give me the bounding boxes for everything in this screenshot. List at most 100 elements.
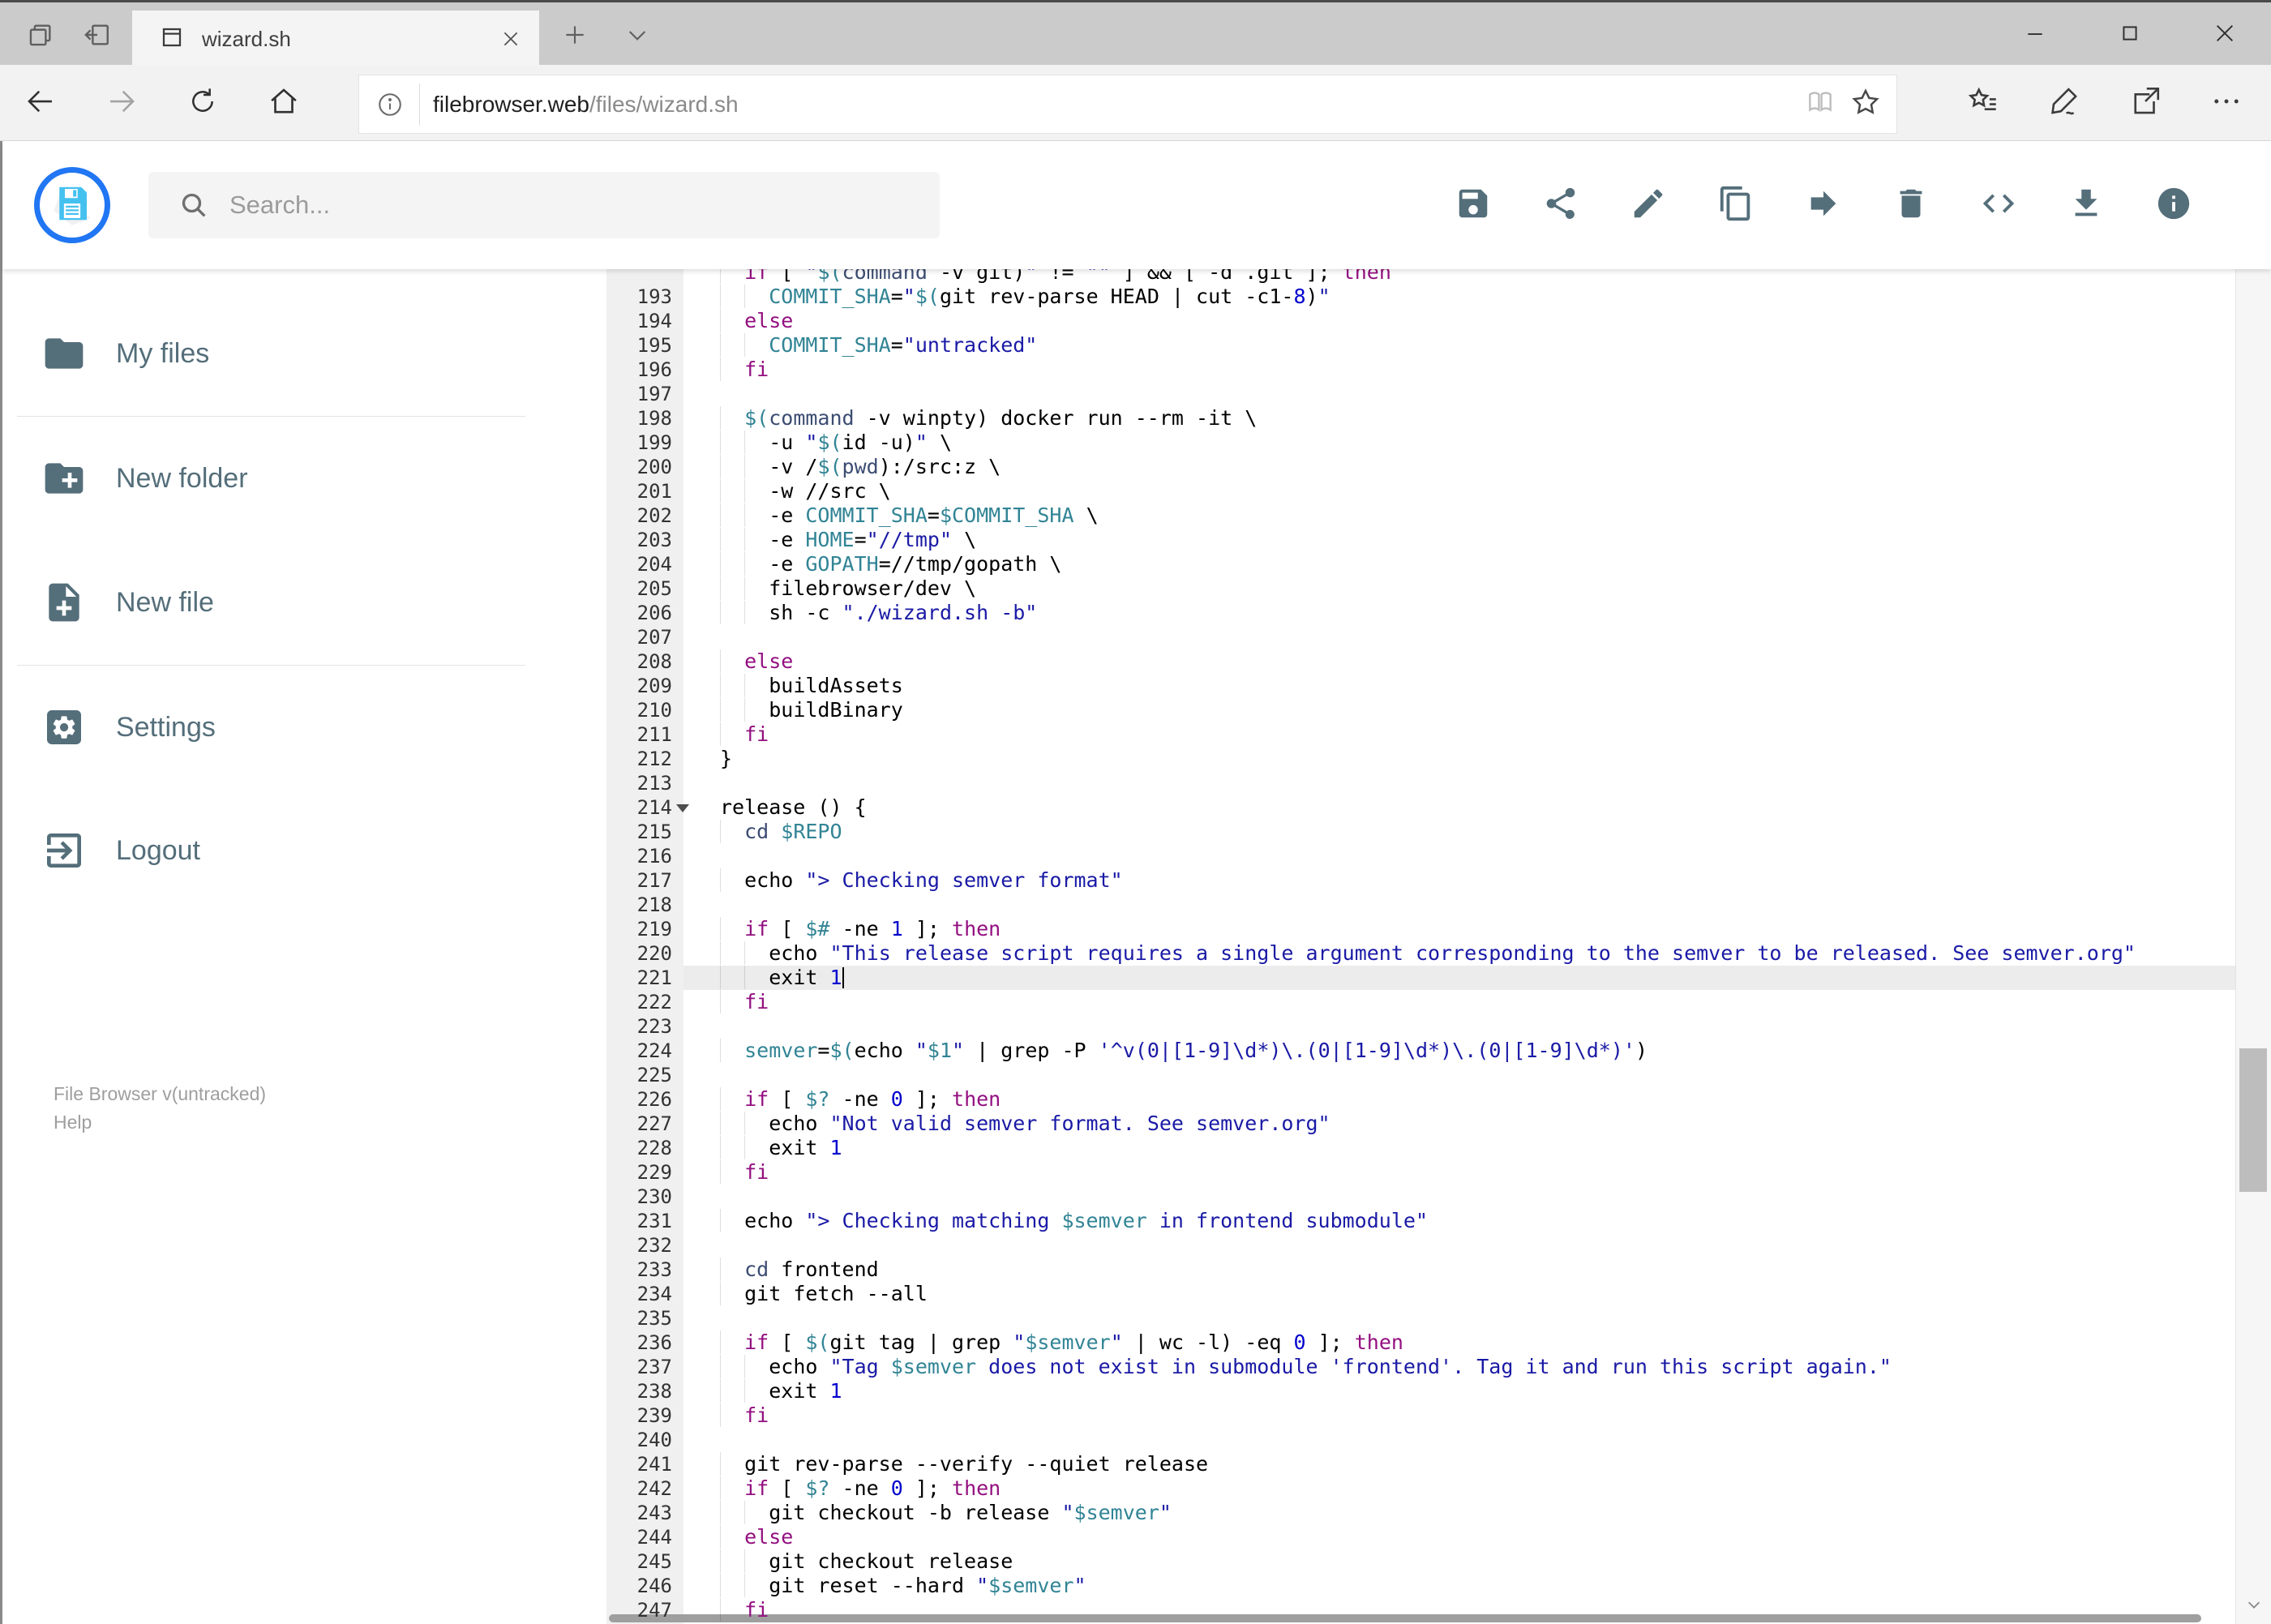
download-button[interactable] bbox=[2042, 161, 2130, 249]
horizontal-scrollbar[interactable] bbox=[609, 1614, 2234, 1622]
code-line[interactable]: else bbox=[720, 649, 793, 674]
app-logo[interactable] bbox=[34, 167, 110, 243]
code-line[interactable]: if [ "$(command -v git)" != "" ] && [ -d… bbox=[720, 269, 1391, 285]
code-line[interactable]: filebrowser/dev \ bbox=[720, 576, 976, 601]
window-close-button[interactable] bbox=[2180, 9, 2269, 61]
code-line[interactable]: -e HOME="//tmp" \ bbox=[720, 528, 976, 552]
code-line[interactable]: git checkout release bbox=[720, 1549, 1013, 1574]
code-line[interactable]: git fetch --all bbox=[720, 1282, 928, 1306]
copy-button[interactable] bbox=[1692, 161, 1780, 249]
refresh-button[interactable] bbox=[180, 80, 225, 126]
edit-button[interactable] bbox=[1605, 161, 1692, 249]
code-line[interactable]: if [ $(git tag | grep "$semver" | wc -l)… bbox=[720, 1330, 1403, 1355]
code-line[interactable]: semver=$(echo "$1" | grep -P '^v(0|[1-9]… bbox=[720, 1039, 1648, 1063]
code-line[interactable]: buildAssets bbox=[720, 674, 903, 698]
forward-button[interactable] bbox=[99, 80, 144, 126]
code-line[interactable]: exit 1 bbox=[720, 1379, 842, 1403]
gutter-line-number: 223 bbox=[636, 1015, 672, 1038]
code-line[interactable]: git checkout -b release "$semver" bbox=[720, 1501, 1172, 1525]
code-editor[interactable]: if [ "$(command -v git)" != "" ] && [ -d… bbox=[604, 269, 2271, 1624]
code-line[interactable]: exit 1 bbox=[720, 1136, 842, 1160]
code-line[interactable]: echo "Tag $semver does not exist in subm… bbox=[720, 1355, 1892, 1379]
code-line[interactable]: echo "> Checking semver format" bbox=[720, 868, 1123, 893]
window-maximize-button[interactable] bbox=[2085, 9, 2175, 61]
tabs-set-aside-button[interactable] bbox=[18, 14, 63, 59]
code-line[interactable]: -u "$(id -u)" \ bbox=[720, 431, 952, 455]
reading-view-button[interactable] bbox=[1798, 82, 1843, 127]
vertical-scrollbar[interactable] bbox=[2235, 141, 2271, 1624]
help-link[interactable]: Help bbox=[54, 1108, 266, 1137]
code-line[interactable]: cd frontend bbox=[720, 1258, 879, 1282]
code-line[interactable]: echo "> Checking matching $semver in fro… bbox=[720, 1209, 1428, 1233]
hub-favorites-button[interactable] bbox=[1960, 80, 2006, 126]
horizontal-scrollbar-thumb[interactable] bbox=[609, 1614, 2201, 1622]
floppy-logo-icon bbox=[50, 182, 94, 229]
window-minimize-button[interactable] bbox=[1990, 9, 2080, 61]
new-tab-button[interactable] bbox=[552, 14, 598, 59]
tab-close-icon[interactable] bbox=[489, 17, 533, 61]
code-line[interactable]: fi bbox=[720, 1160, 769, 1185]
info-circle-icon[interactable] bbox=[375, 90, 405, 119]
code-line[interactable]: echo "This release script requires a sin… bbox=[720, 941, 2136, 966]
url-bar[interactable]: filebrowser.web/files/wizard.sh bbox=[358, 75, 1897, 134]
sidebar-item-label: New file bbox=[116, 586, 214, 618]
back-button[interactable] bbox=[18, 80, 63, 126]
code-line[interactable]: if [ $? -ne 0 ]; then bbox=[720, 1087, 1001, 1112]
more-button[interactable] bbox=[2204, 80, 2249, 126]
gutter-line-number: 245 bbox=[636, 1550, 672, 1573]
code-line[interactable]: git reset --hard "$semver" bbox=[720, 1574, 1086, 1598]
code-line[interactable]: buildBinary bbox=[720, 698, 903, 722]
code-line[interactable]: -e COMMIT_SHA=$COMMIT_SHA \ bbox=[720, 503, 1099, 528]
code-line[interactable]: -e GOPATH=//tmp/gopath \ bbox=[720, 552, 1061, 576]
code-line[interactable]: echo "Not valid semver format. See semve… bbox=[720, 1112, 1330, 1136]
sidebar-item-new-file[interactable]: New file bbox=[2, 562, 604, 643]
sidebar-item-my-files[interactable]: My files bbox=[2, 313, 604, 394]
home-button[interactable] bbox=[261, 80, 306, 126]
code-line[interactable]: else bbox=[720, 1525, 793, 1549]
restore-tabs-button[interactable] bbox=[75, 14, 120, 59]
code-line[interactable]: release () { bbox=[720, 795, 867, 820]
info-button[interactable] bbox=[2130, 161, 2217, 249]
code-line[interactable]: if [ $# -ne 1 ]; then bbox=[720, 917, 1001, 941]
move-button[interactable] bbox=[1780, 161, 1867, 249]
code-line[interactable]: else bbox=[720, 309, 793, 333]
code-line[interactable]: fi bbox=[720, 990, 769, 1014]
vertical-scrollbar-thumb[interactable] bbox=[2239, 1048, 2267, 1192]
code-line[interactable]: sh -c "./wizard.sh -b" bbox=[720, 601, 1037, 625]
code-line[interactable]: fi bbox=[720, 1598, 769, 1622]
code-line[interactable]: -v /$(pwd):/src:z \ bbox=[720, 455, 1001, 479]
code-line[interactable]: $(command -v winpty) docker run --rm -it… bbox=[720, 406, 1257, 431]
code-line[interactable]: if [ $? -ne 0 ]; then bbox=[720, 1476, 1001, 1501]
browser-tab[interactable]: wizard.sh bbox=[132, 11, 539, 67]
code-line[interactable]: fi bbox=[720, 1403, 769, 1428]
code-line[interactable]: fi bbox=[720, 358, 769, 382]
code-line[interactable]: COMMIT_SHA="$(git rev-parse HEAD | cut -… bbox=[720, 285, 1330, 309]
share-button[interactable] bbox=[1517, 161, 1605, 249]
sidebar-item-logout[interactable]: Logout bbox=[2, 810, 604, 891]
code-line[interactable]: git rev-parse --verify --quiet release bbox=[720, 1452, 1208, 1476]
scroll-down-button[interactable] bbox=[2236, 1590, 2271, 1622]
code-line[interactable]: exit 1 bbox=[720, 966, 842, 990]
fold-toggle-icon[interactable] bbox=[676, 804, 689, 812]
tab-preview-toggle[interactable] bbox=[615, 14, 660, 59]
info-icon bbox=[2155, 185, 2192, 226]
gutter-line-number: 203 bbox=[636, 529, 672, 551]
search-input[interactable] bbox=[228, 190, 940, 221]
screen: wizard.sh filebrowser.web/files/wizard.s… bbox=[0, 0, 2271, 1624]
code-line[interactable]: cd $REPO bbox=[720, 820, 842, 844]
pencil-icon bbox=[1630, 185, 1667, 226]
code-line[interactable]: } bbox=[720, 747, 732, 771]
share-page-button[interactable] bbox=[2123, 80, 2168, 126]
code-line[interactable]: COMMIT_SHA="untracked" bbox=[720, 333, 1037, 358]
annotate-button[interactable] bbox=[2042, 80, 2088, 126]
sidebar-item-settings[interactable]: Settings bbox=[2, 687, 604, 768]
save-button[interactable] bbox=[1429, 161, 1517, 249]
code-line[interactable]: -w //src \ bbox=[720, 479, 891, 503]
gutter-line-number: 242 bbox=[636, 1477, 672, 1500]
delete-button[interactable] bbox=[1867, 161, 1955, 249]
favorite-button[interactable] bbox=[1843, 82, 1888, 127]
code-line[interactable]: fi bbox=[720, 722, 769, 747]
code-button[interactable] bbox=[1955, 161, 2042, 249]
search-bar[interactable] bbox=[148, 172, 940, 238]
sidebar-item-new-folder[interactable]: New folder bbox=[2, 438, 604, 519]
